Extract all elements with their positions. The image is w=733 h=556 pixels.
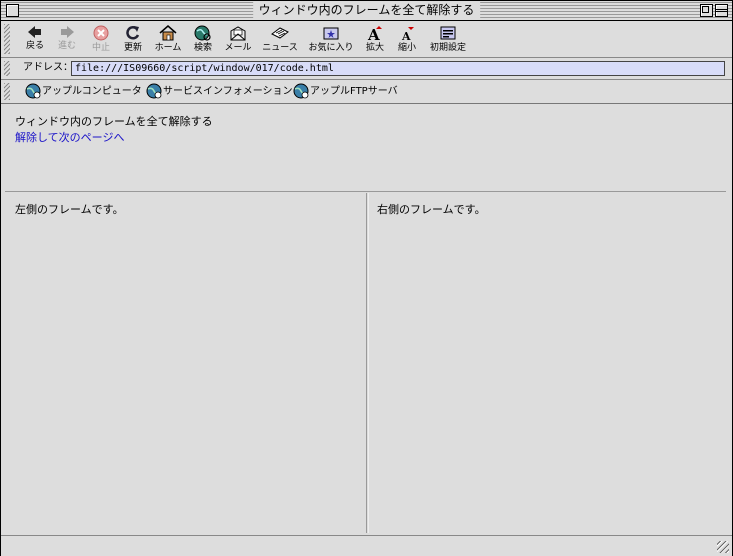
- zoom-box[interactable]: [700, 4, 713, 17]
- favorite-item-label: サービスインフォメーション: [163, 86, 293, 97]
- left-frame-text: 左側のフレームです。: [15, 203, 124, 216]
- left-frame: 左側のフレームです。: [5, 193, 367, 533]
- address-label: アドレス：: [23, 62, 73, 73]
- home-button-label: ホーム: [154, 43, 182, 53]
- refresh-button-label: 更新: [123, 43, 142, 53]
- right-frame: 右側のフレームです。: [368, 193, 727, 533]
- favorites-bar: アップルコンピュータ サービスインフォメーション アップルFTPサーバ: [1, 80, 732, 104]
- forward-arrow-icon: [61, 26, 74, 38]
- status-bar: [1, 535, 732, 556]
- release-next-page-link[interactable]: 解除して次のページへ: [15, 131, 124, 145]
- mail-icon: [230, 26, 246, 41]
- font-larger-icon: A: [367, 26, 382, 41]
- preferences-button[interactable]: 初期設定: [427, 23, 469, 55]
- browser-window: ウィンドウ内のフレームを全て解除する 戻る 進む 中止 更新 ホーム 検索 メー…: [0, 0, 733, 556]
- news-button-label: ニュース: [262, 43, 298, 53]
- globe-icon: [146, 83, 162, 99]
- font-smaller-icon: A: [401, 27, 414, 41]
- stop-icon: [93, 25, 109, 41]
- favorite-item-apple-ftp-server[interactable]: アップルFTPサーバ: [293, 83, 398, 100]
- news-button[interactable]: ニュース: [260, 23, 300, 55]
- top-frame-heading: ウィンドウ内のフレームを全て解除する: [15, 115, 213, 128]
- window-title: ウィンドウ内のフレームを全て解除する: [252, 2, 481, 18]
- close-box[interactable]: [6, 4, 19, 17]
- toolbar: 戻る 進む 中止 更新 ホーム 検索 メール ニュース お気に入り A 拡大 A…: [1, 21, 732, 58]
- text-smaller-button[interactable]: A 縮小: [387, 23, 427, 55]
- search-button-label: 検索: [193, 43, 212, 53]
- refresh-icon: [126, 26, 140, 40]
- favorites-button-label: お気に入り: [308, 43, 354, 53]
- search-button[interactable]: 検索: [183, 23, 223, 55]
- globe-icon: [25, 83, 41, 99]
- favorites-button[interactable]: お気に入り: [308, 23, 354, 55]
- mail-button-label: メール: [224, 43, 252, 53]
- collapse-box[interactable]: [715, 4, 728, 17]
- title-bar[interactable]: ウィンドウ内のフレームを全て解除する: [1, 1, 732, 21]
- home-icon: [159, 25, 177, 41]
- globe-icon: [293, 83, 309, 99]
- toolbar-grip[interactable]: [4, 24, 10, 54]
- text-smaller-button-label: 縮小: [397, 43, 416, 53]
- search-globe-icon: [194, 25, 211, 41]
- address-input[interactable]: [71, 61, 725, 76]
- home-button[interactable]: ホーム: [148, 23, 188, 55]
- resize-grip[interactable]: [717, 541, 729, 553]
- back-arrow-icon: [28, 26, 41, 38]
- preferences-icon: [440, 26, 456, 40]
- favorites-icon: [323, 27, 339, 40]
- favorite-item-apple-computer[interactable]: アップルコンピュータ: [25, 83, 142, 100]
- favorites-bar-grip[interactable]: [4, 83, 10, 100]
- preferences-button-label: 初期設定: [429, 43, 466, 53]
- favorite-item-label: アップルコンピュータ: [42, 86, 142, 97]
- svg-text:A: A: [401, 30, 411, 41]
- news-icon: [271, 27, 289, 39]
- address-bar-grip[interactable]: [4, 61, 10, 76]
- refresh-button[interactable]: 更新: [113, 23, 153, 55]
- right-frame-text: 右側のフレームです。: [377, 203, 486, 216]
- favorite-item-label: アップルFTPサーバ: [310, 86, 398, 97]
- top-frame: ウィンドウ内のフレームを全て解除する 解除して次のページへ: [5, 106, 726, 192]
- mail-button[interactable]: メール: [218, 23, 258, 55]
- favorite-item-service-information[interactable]: サービスインフォメーション: [146, 83, 293, 100]
- address-bar: アドレス：: [1, 58, 732, 80]
